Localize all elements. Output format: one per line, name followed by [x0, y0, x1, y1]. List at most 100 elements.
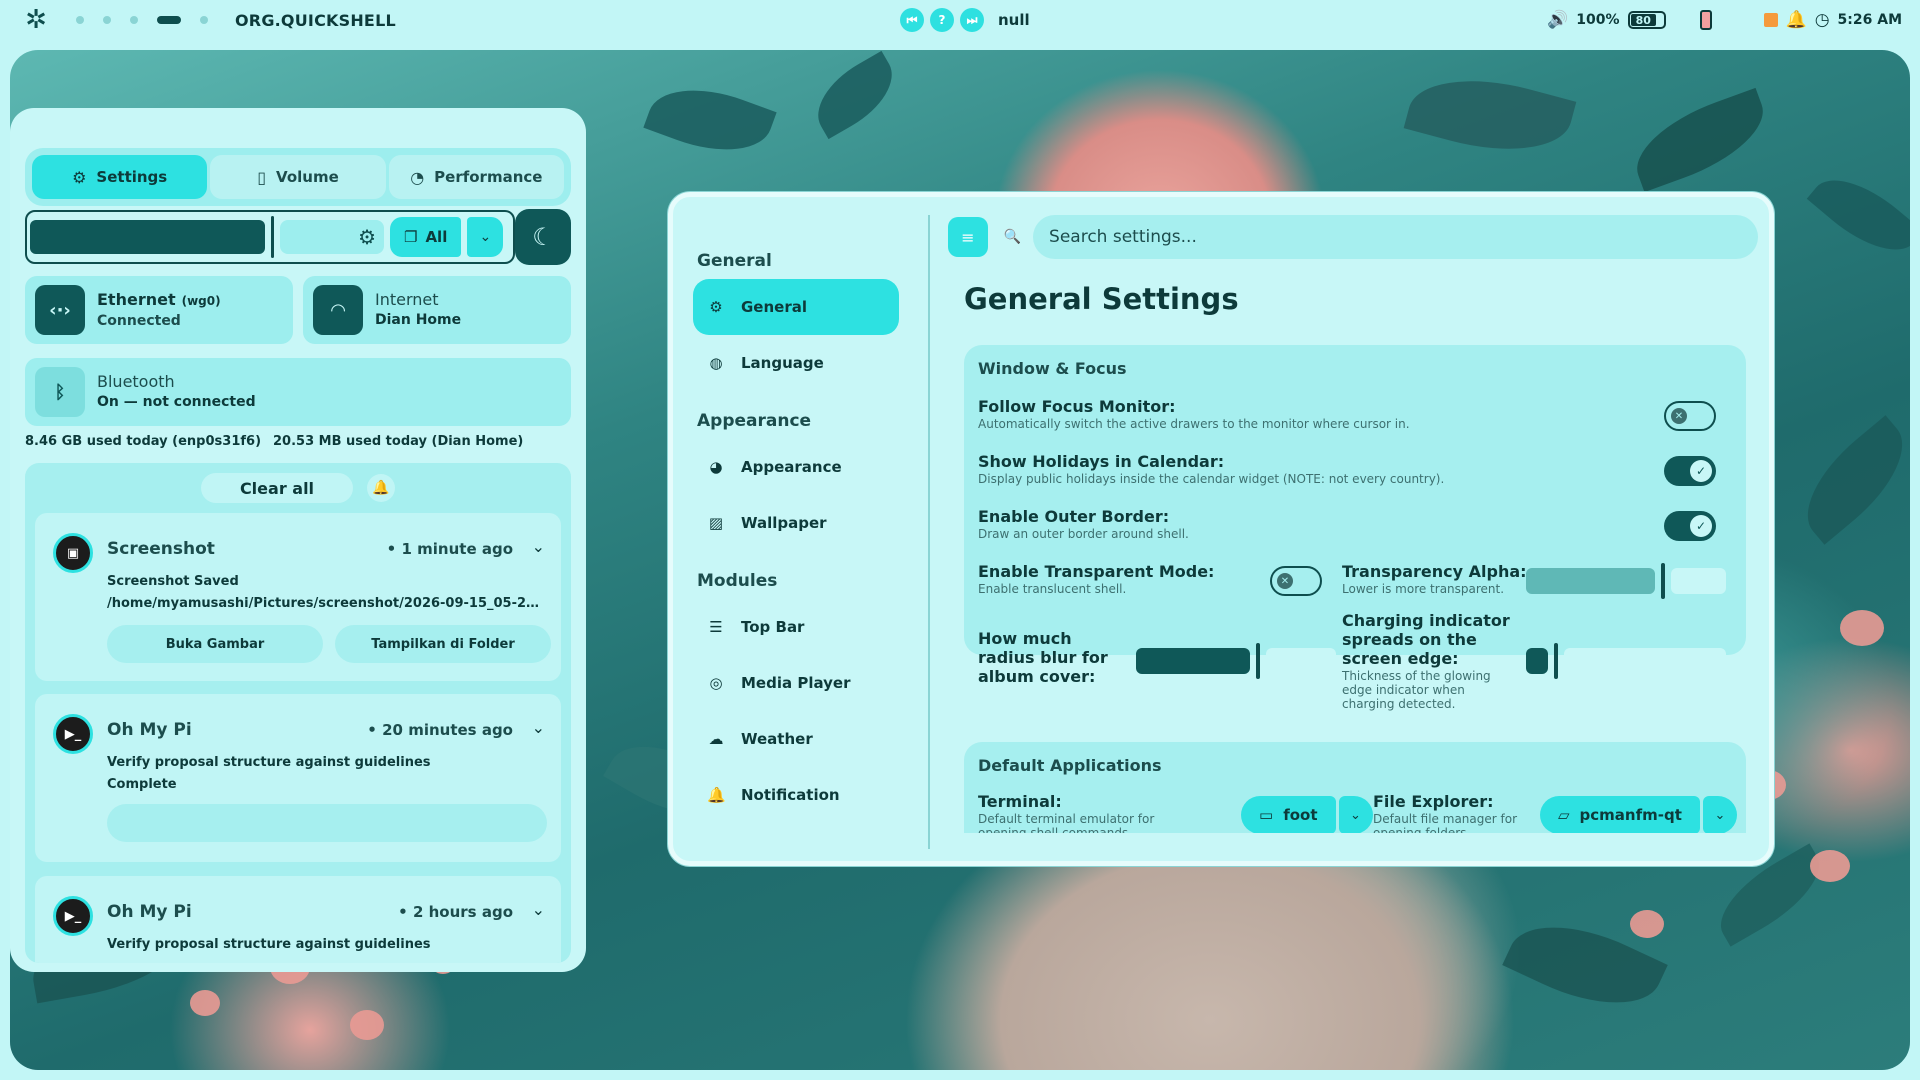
file-explorer-dropdown-button[interactable]: ⌄	[1702, 796, 1737, 833]
chevron-down-icon[interactable]: ⌄	[532, 900, 545, 919]
cloud-icon: ☁	[708, 730, 724, 748]
filter-all-button[interactable]: ❐ All	[390, 217, 462, 257]
data-usage: 8.46 GB used today (enp0s31f6) 20.53 MB …	[25, 434, 523, 449]
quickshell-logo-icon[interactable]: ✲	[22, 6, 50, 34]
slider-handle[interactable]	[1255, 643, 1260, 679]
transparent-mode-switch[interactable]: ✕	[1270, 566, 1322, 596]
option-description: Draw an outer border around shell.	[978, 527, 1189, 541]
file-explorer-select-button[interactable]: ▱ pcmanfm-qt	[1540, 796, 1700, 833]
notification-summary: Screenshot Saved	[107, 574, 239, 589]
brightness-slider-handle[interactable]	[271, 216, 274, 258]
search-input[interactable]	[1033, 215, 1758, 259]
notification-time: • 1 minute ago	[386, 540, 513, 558]
slider-track	[1563, 648, 1726, 674]
outer-border-option: Enable Outer Border: Draw an outer borde…	[978, 507, 1189, 541]
bell-icon: 🔔	[372, 480, 390, 496]
tab-performance[interactable]: ◔ Performance	[388, 155, 564, 199]
charging-thickness-slider[interactable]	[1526, 643, 1726, 679]
chevron-down-icon[interactable]: ⌄	[532, 537, 545, 556]
notification-item[interactable]: ▣ Screenshot • 1 minute ago ⌄ Screenshot…	[35, 513, 561, 681]
brightness-slider[interactable]	[30, 220, 265, 254]
chevron-down-icon[interactable]: ⌄	[532, 718, 545, 737]
terminal-select-button[interactable]: ▭ foot	[1241, 796, 1336, 833]
clock-time[interactable]: 5:26 AM	[1838, 12, 1902, 28]
next-track-icon[interactable]: ⏭	[960, 8, 984, 32]
dark-mode-toggle[interactable]: ☾	[515, 209, 571, 265]
palette-icon: ◕	[709, 458, 723, 476]
tab-label: Settings	[96, 168, 168, 186]
tab-settings[interactable]: ⚙ Settings	[32, 155, 208, 199]
internet-title: Internet	[375, 290, 439, 309]
bluetooth-title: Bluetooth	[97, 372, 175, 391]
bluetooth-card[interactable]: ᛒ Bluetooth On — not connected	[25, 358, 571, 426]
slider-handle[interactable]	[1553, 643, 1558, 679]
nav-item-weather[interactable]: ☁ Weather	[693, 711, 899, 767]
help-icon[interactable]: ?	[930, 8, 954, 32]
workspace-dot[interactable]	[76, 16, 84, 24]
slider-handle[interactable]	[1660, 563, 1665, 599]
workspace-dot[interactable]	[130, 16, 138, 24]
filter-dropdown-button[interactable]: ⌄	[467, 217, 504, 257]
card-title: Window & Focus	[978, 359, 1127, 378]
workspace-dot-active[interactable]	[157, 16, 181, 24]
terminal-dropdown-button[interactable]: ⌄	[1338, 796, 1373, 833]
tray-app-icon[interactable]	[1763, 13, 1778, 27]
notification-body: Screenshot Saved /home/myamusashi/Pictur…	[107, 571, 547, 615]
option-label: Enable Outer Border:	[978, 507, 1170, 526]
sidebar-collapse-button[interactable]: ≡	[948, 217, 988, 257]
settings-nav: General ⚙ General ◍ Language Appearance …	[693, 237, 899, 823]
blur-radius-slider[interactable]	[1136, 643, 1336, 679]
nav-item-media-player[interactable]: ◎ Media Player	[693, 655, 899, 711]
battery-indicator[interactable]: 80	[1627, 11, 1666, 29]
nav-item-wallpaper[interactable]: ▨ Wallpaper	[693, 495, 899, 551]
file-explorer-select[interactable]: ▱ pcmanfm-qt ⌄	[1540, 796, 1737, 833]
transparency-alpha-slider[interactable]	[1526, 563, 1726, 599]
open-image-button[interactable]: Buka Gambar	[107, 625, 323, 663]
volume-icon[interactable]: 🔊	[1547, 10, 1568, 30]
notification-item[interactable]: ▶_ Oh My Pi • 2 hours ago ⌄ Verify propo…	[35, 876, 561, 963]
workspace-dot[interactable]	[103, 16, 111, 24]
terminal-app-icon: ▶_	[53, 714, 93, 754]
window-focus-card: Window & Focus Follow Focus Monitor: Aut…	[964, 345, 1746, 711]
battery-level: 80	[1630, 14, 1657, 27]
nav-item-top-bar[interactable]: ☰ Top Bar	[693, 599, 899, 655]
ethernet-card[interactable]: ‹·› Ethernet (wg0) Connected	[25, 276, 293, 344]
outer-border-switch[interactable]: ✓	[1664, 511, 1716, 541]
ethernet-usage: 8.46 GB used today (enp0s31f6)	[25, 434, 262, 449]
terminal-app-icon: ▶_	[53, 896, 93, 936]
follow-focus-switch[interactable]: ✕	[1664, 401, 1716, 431]
notification-detail: Complete	[107, 777, 177, 792]
brightness-settings-button[interactable]: ⚙	[280, 220, 384, 254]
media-title[interactable]: null	[998, 11, 1030, 29]
tab-volume[interactable]: ▯ Volume	[210, 155, 386, 199]
holidays-switch[interactable]: ✓	[1664, 456, 1716, 486]
nav-item-language[interactable]: ◍ Language	[693, 335, 899, 391]
notification-title: Oh My Pi	[107, 902, 192, 922]
active-app-name: ORG.QUICKSHELL	[235, 10, 396, 30]
ethernet-title: Ethernet	[97, 289, 176, 309]
notification-item[interactable]: ▶_ Oh My Pi • 20 minutes ago ⌄ Verify pr…	[35, 694, 561, 862]
notification-list: Clear all 🔔 ▣ Screenshot • 1 minute ago …	[25, 463, 571, 963]
volume-level[interactable]: 100%	[1576, 12, 1619, 28]
phone-icon[interactable]	[1699, 10, 1712, 30]
terminal-select[interactable]: ▭ foot ⌄	[1241, 796, 1373, 833]
charging-indicator-option: Charging indicator spreads on the screen…	[1342, 611, 1510, 711]
internet-card[interactable]: ◠ Internet Dian Home	[303, 276, 571, 344]
clear-all-button[interactable]: Clear all	[201, 473, 353, 503]
option-description: Default file manager for opening folders	[1373, 812, 1517, 833]
nav-item-appearance[interactable]: ◕ Appearance	[693, 439, 899, 495]
option-label: How much radius blur for album cover:	[978, 629, 1108, 686]
nav-item-notification[interactable]: 🔔 Notification	[693, 767, 899, 823]
nav-item-label: Language	[741, 354, 824, 372]
workspace-dot[interactable]	[200, 16, 208, 24]
option-label: Show Holidays in Calendar:	[978, 452, 1225, 471]
folder-icon: ▱	[1558, 806, 1570, 824]
show-in-folder-button[interactable]: Tampilkan di Folder	[335, 625, 551, 663]
nav-item-general[interactable]: ⚙ General	[693, 279, 899, 335]
workspace-indicator	[76, 16, 208, 24]
prev-track-icon[interactable]: ⏮	[900, 8, 924, 32]
transparent-mode-option: Enable Transparent Mode: Enable transluc…	[978, 562, 1214, 596]
do-not-disturb-button[interactable]: 🔔	[367, 474, 395, 502]
notification-time: • 2 hours ago	[398, 903, 513, 921]
notification-bell-icon[interactable]: 🔔	[1786, 10, 1807, 30]
